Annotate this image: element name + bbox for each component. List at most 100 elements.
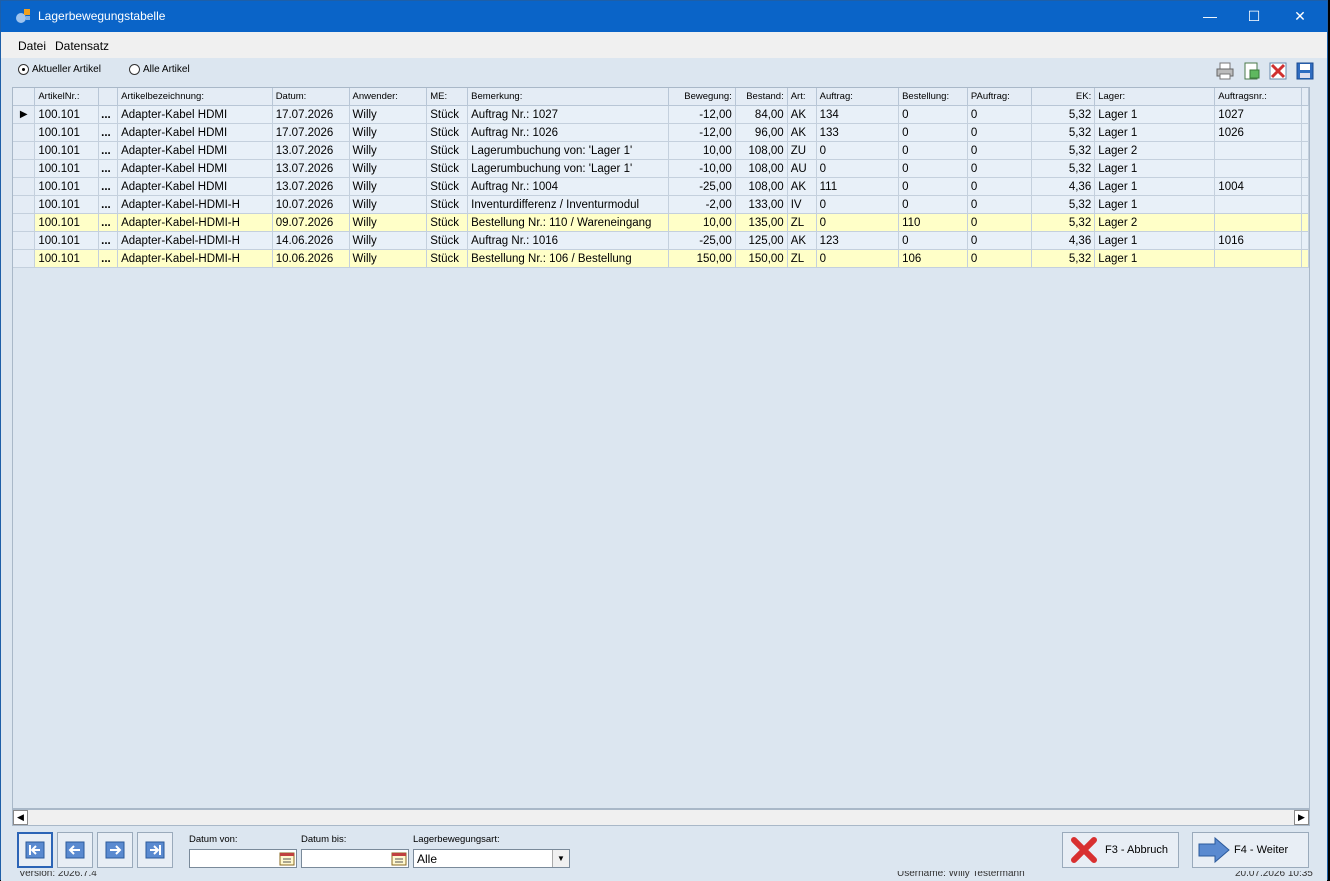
next-record-button[interactable] (97, 832, 133, 868)
table-cell[interactable]: 108,00 (735, 159, 788, 178)
table-cell[interactable]: Stück (426, 105, 469, 124)
table-cell[interactable]: Willy (349, 231, 428, 250)
date-from-field[interactable] (189, 849, 297, 868)
table-row[interactable]: 100.101... Adapter-Kabel HDMI 13.07.2026 Wi… (13, 141, 1309, 160)
row-lookup-button[interactable]: ... (98, 195, 119, 214)
table-row[interactable]: 100.101... Adapter-Kabel-HDMI-H 10.07.2026… (13, 195, 1309, 214)
maximize-button[interactable]: ☐ (1231, 1, 1277, 32)
header-column[interactable]: Anwender: (349, 88, 428, 106)
delete-icon[interactable] (1268, 61, 1288, 81)
menu-datei[interactable]: Datei (18, 39, 46, 53)
horizontal-scrollbar[interactable]: ◀ ▶ (12, 809, 1310, 826)
row-lookup-button[interactable]: ... (98, 231, 119, 250)
previous-record-button[interactable] (57, 832, 93, 868)
header-column[interactable]: PAuftrag: (967, 88, 1032, 106)
table-cell[interactable]: 135,00 (735, 213, 788, 232)
table-cell[interactable]: 13.07.2026 (272, 177, 350, 196)
table-cell[interactable]: 17.07.2026 (272, 123, 350, 142)
table-cell[interactable]: 100.101 (34, 105, 100, 124)
table-cell[interactable]: Inventurdifferenz / Inventurmodul (467, 195, 669, 214)
table-cell[interactable]: Lager 1 (1094, 231, 1216, 250)
table-cell[interactable]: 96,00 (735, 123, 788, 142)
table-cell[interactable]: 0 (816, 249, 900, 268)
table-cell[interactable]: 0 (967, 213, 1032, 232)
table-cell[interactable]: 100.101 (34, 195, 100, 214)
header-column[interactable]: EK: (1031, 88, 1096, 106)
table-cell[interactable]: 17.07.2026 (272, 105, 350, 124)
table-cell[interactable]: 0 (967, 195, 1032, 214)
table-cell[interactable]: Lager 1 (1094, 249, 1216, 268)
table-cell[interactable]: 1016 (1214, 231, 1302, 250)
table-cell[interactable]: AK (787, 231, 817, 250)
table-row[interactable]: 100.101... Adapter-Kabel HDMI 13.07.2026 Wi… (13, 159, 1309, 178)
row-indicator[interactable] (13, 141, 36, 160)
table-cell[interactable]: 0 (898, 123, 968, 142)
printer-icon[interactable] (1215, 61, 1235, 81)
date-to-field[interactable] (301, 849, 409, 868)
table-cell[interactable]: 100.101 (34, 177, 100, 196)
table-cell[interactable]: 123 (816, 231, 900, 250)
chevron-down-icon[interactable]: ▼ (552, 850, 569, 867)
table-cell[interactable]: 10.06.2026 (272, 249, 350, 268)
table-cell[interactable]: 0 (967, 123, 1032, 142)
table-cell[interactable]: 133,00 (735, 195, 788, 214)
header-column[interactable]: Bemerkung: (467, 88, 669, 106)
table-cell[interactable]: Stück (426, 141, 469, 160)
table-cell[interactable]: 1026 (1214, 123, 1302, 142)
table-cell[interactable]: Auftrag Nr.: 1027 (467, 105, 669, 124)
table-cell[interactable]: 1004 (1214, 177, 1302, 196)
table-cell[interactable]: Lager 2 (1094, 141, 1216, 160)
table-cell[interactable]: 4,36 (1031, 231, 1096, 250)
table-cell[interactable]: Lager 1 (1094, 195, 1216, 214)
table-cell[interactable]: -12,00 (668, 105, 736, 124)
table-cell[interactable]: Willy (349, 123, 428, 142)
row-lookup-button[interactable]: ... (98, 141, 119, 160)
last-record-button[interactable] (137, 832, 173, 868)
table-cell[interactable]: 5,32 (1031, 105, 1096, 124)
scroll-right-icon[interactable]: ▶ (1294, 810, 1309, 825)
table-cell[interactable]: 125,00 (735, 231, 788, 250)
table-cell[interactable]: Stück (426, 159, 469, 178)
table-cell[interactable]: 13.07.2026 (272, 159, 350, 178)
table-cell[interactable]: ZL (787, 249, 817, 268)
table-cell[interactable]: 0 (898, 231, 968, 250)
table-row[interactable]: 100.101... Adapter-Kabel-HDMI-H 09.07.2026… (13, 213, 1309, 232)
radio-current-indicator[interactable] (18, 64, 29, 75)
table-cell[interactable]: 0 (898, 159, 968, 178)
header-column[interactable]: Auftragsnr.: (1214, 88, 1302, 106)
table-cell[interactable]: AK (787, 123, 817, 142)
table-cell[interactable]: Adapter-Kabel HDMI (117, 123, 273, 142)
table-cell[interactable] (1214, 195, 1302, 214)
table-cell[interactable]: Lagerumbuchung von: 'Lager 1' (467, 141, 669, 160)
table-cell[interactable]: Lager 1 (1094, 105, 1216, 124)
table-cell[interactable]: Lager 1 (1094, 123, 1216, 142)
next-button[interactable]: F4 - Weiter (1192, 832, 1309, 868)
table-cell[interactable]: Adapter-Kabel HDMI (117, 159, 273, 178)
table-row[interactable]: ▶ 100.101... Adapter-Kabel HDMI 17.07.2026 W… (13, 105, 1309, 124)
table-cell[interactable] (1214, 213, 1302, 232)
table-cell[interactable]: IV (787, 195, 817, 214)
table-cell[interactable]: Adapter-Kabel-HDMI-H (117, 249, 273, 268)
radio-all-indicator[interactable] (129, 64, 140, 75)
table-row[interactable]: 100.101... Adapter-Kabel HDMI 13.07.2026 Wi… (13, 177, 1309, 196)
table-cell[interactable]: AK (787, 105, 817, 124)
table-cell[interactable]: 10,00 (668, 141, 736, 160)
table-cell[interactable]: Adapter-Kabel-HDMI-H (117, 195, 273, 214)
header-column[interactable]: ME: (426, 88, 469, 106)
table-cell[interactable] (1214, 249, 1302, 268)
table-cell[interactable]: 150,00 (668, 249, 736, 268)
table-cell[interactable]: ZL (787, 213, 817, 232)
table-cell[interactable]: Willy (349, 141, 428, 160)
cancel-button[interactable]: F3 - Abbruch (1062, 832, 1179, 868)
table-cell[interactable]: ZU (787, 141, 817, 160)
table-cell[interactable]: 133 (816, 123, 900, 142)
table-cell[interactable]: 100.101 (34, 213, 100, 232)
calendar-icon[interactable] (278, 850, 296, 867)
table-cell[interactable]: -10,00 (668, 159, 736, 178)
table-cell[interactable]: 0 (967, 105, 1032, 124)
table-cell[interactable]: Bestellung Nr.: 110 / Wareneingang (467, 213, 669, 232)
table-cell[interactable]: 0 (967, 249, 1032, 268)
table-cell[interactable]: 5,32 (1031, 141, 1096, 160)
table-cell[interactable]: Auftrag Nr.: 1026 (467, 123, 669, 142)
table-cell[interactable]: Adapter-Kabel HDMI (117, 141, 273, 160)
